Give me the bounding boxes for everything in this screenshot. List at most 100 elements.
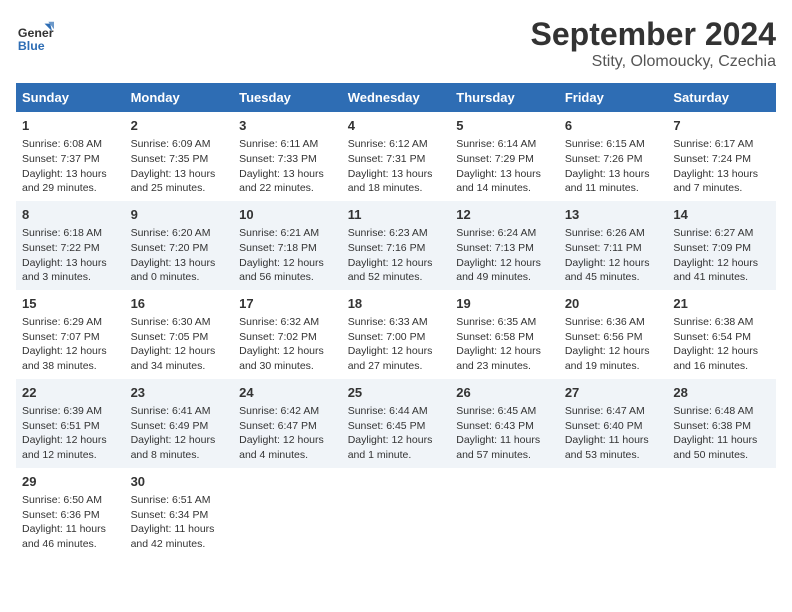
- calendar-cell: 19 Sunrise: 6:35 AM Sunset: 6:58 PM Dayli…: [450, 290, 559, 379]
- day-info: Sunrise: 6:33 AM Sunset: 7:00 PM Dayligh…: [348, 315, 445, 374]
- day-number: 12: [456, 206, 553, 224]
- day-number: 9: [131, 206, 228, 224]
- day-info: Sunrise: 6:27 AM Sunset: 7:09 PM Dayligh…: [673, 226, 770, 285]
- day-number: 10: [239, 206, 336, 224]
- day-number: 5: [456, 117, 553, 135]
- day-number: 13: [565, 206, 662, 224]
- calendar-cell: 2 Sunrise: 6:09 AM Sunset: 7:35 PM Daylig…: [125, 112, 234, 201]
- calendar-cell: 18 Sunrise: 6:33 AM Sunset: 7:00 PM Dayli…: [342, 290, 451, 379]
- calendar-cell: 23Sunrise: 6:41 AM Sunset: 6:49 PM Dayli…: [125, 379, 234, 468]
- calendar-cell: [450, 468, 559, 557]
- logo: General Blue: [16, 16, 58, 54]
- day-info: Sunrise: 6:15 AM Sunset: 7:26 PM Dayligh…: [565, 137, 662, 196]
- day-number: 24: [239, 384, 336, 402]
- calendar-cell: 22 Sunrise: 6:39 AM Sunset: 6:51 PM Dayli…: [16, 379, 125, 468]
- day-info: Sunrise: 6:24 AM Sunset: 7:13 PM Dayligh…: [456, 226, 553, 285]
- calendar-cell: 7 Sunrise: 6:17 AM Sunset: 7:24 PM Daylig…: [667, 112, 776, 201]
- day-number: 8: [22, 206, 119, 224]
- col-saturday: Saturday: [667, 83, 776, 112]
- day-number: 19: [456, 295, 553, 313]
- day-info: Sunrise: 6:42 AM Sunset: 6:47 PM Dayligh…: [239, 404, 336, 463]
- svg-text:General: General: [18, 26, 54, 40]
- day-number: 14: [673, 206, 770, 224]
- day-info: Sunrise: 6:12 AM Sunset: 7:31 PM Dayligh…: [348, 137, 445, 196]
- calendar-cell: [667, 468, 776, 557]
- day-info: Sunrise: 6:38 AM Sunset: 6:54 PM Dayligh…: [673, 315, 770, 374]
- day-info: Sunrise: 6:18 AM Sunset: 7:22 PM Dayligh…: [22, 226, 119, 285]
- day-info: Sunrise: 6:39 AM Sunset: 6:51 PM Dayligh…: [22, 404, 119, 463]
- day-info: Sunrise: 6:11 AM Sunset: 7:33 PM Dayligh…: [239, 137, 336, 196]
- day-number: 6: [565, 117, 662, 135]
- day-number: 22: [22, 384, 119, 402]
- day-info: Sunrise: 6:48 AM Sunset: 6:38 PM Dayligh…: [673, 404, 770, 463]
- day-info: Sunrise: 6:21 AM Sunset: 7:18 PM Dayligh…: [239, 226, 336, 285]
- calendar-cell: 27 Sunrise: 6:47 AM Sunset: 6:40 PM Dayli…: [559, 379, 668, 468]
- calendar-title: September 2024: [531, 16, 776, 53]
- day-number: 23: [131, 384, 228, 402]
- col-wednesday: Wednesday: [342, 83, 451, 112]
- page-header: General Blue September 2024 Stity, Olomo…: [16, 16, 776, 71]
- day-info: Sunrise: 6:35 AM Sunset: 6:58 PM Dayligh…: [456, 315, 553, 374]
- calendar-cell: 12 Sunrise: 6:24 AM Sunset: 7:13 PM Dayli…: [450, 201, 559, 290]
- day-number: 15: [22, 295, 119, 313]
- day-info: Sunrise: 6:09 AM Sunset: 7:35 PM Dayligh…: [131, 137, 228, 196]
- calendar-cell: 4 Sunrise: 6:12 AM Sunset: 7:31 PM Daylig…: [342, 112, 451, 201]
- day-info: Sunrise: 6:47 AM Sunset: 6:40 PM Dayligh…: [565, 404, 662, 463]
- calendar-cell: 30Sunrise: 6:51 AM Sunset: 6:34 PM Dayli…: [125, 468, 234, 557]
- day-info: Sunrise: 6:23 AM Sunset: 7:16 PM Dayligh…: [348, 226, 445, 285]
- calendar-cell: 8 Sunrise: 6:18 AM Sunset: 7:22 PM Daylig…: [16, 201, 125, 290]
- day-info: Sunrise: 6:51 AM Sunset: 6:34 PM Dayligh…: [131, 493, 228, 552]
- calendar-week-row: 8 Sunrise: 6:18 AM Sunset: 7:22 PM Daylig…: [16, 201, 776, 290]
- calendar-cell: 9 Sunrise: 6:20 AM Sunset: 7:20 PM Daylig…: [125, 201, 234, 290]
- calendar-cell: 5 Sunrise: 6:14 AM Sunset: 7:29 PM Daylig…: [450, 112, 559, 201]
- day-number: 25: [348, 384, 445, 402]
- day-number: 16: [131, 295, 228, 313]
- calendar-week-row: 15 Sunrise: 6:29 AM Sunset: 7:07 PM Dayli…: [16, 290, 776, 379]
- day-number: 11: [348, 206, 445, 224]
- calendar-cell: 15 Sunrise: 6:29 AM Sunset: 7:07 PM Dayli…: [16, 290, 125, 379]
- col-thursday: Thursday: [450, 83, 559, 112]
- calendar-cell: 1Sunrise: 6:08 AM Sunset: 7:37 PM Daylig…: [16, 112, 125, 201]
- col-tuesday: Tuesday: [233, 83, 342, 112]
- col-friday: Friday: [559, 83, 668, 112]
- calendar-header-row: Sunday Monday Tuesday Wednesday Thursday…: [16, 83, 776, 112]
- calendar-cell: 14 Sunrise: 6:27 AM Sunset: 7:09 PM Dayli…: [667, 201, 776, 290]
- calendar-cell: 13 Sunrise: 6:26 AM Sunset: 7:11 PM Dayli…: [559, 201, 668, 290]
- calendar-table: Sunday Monday Tuesday Wednesday Thursday…: [16, 83, 776, 557]
- day-info: Sunrise: 6:20 AM Sunset: 7:20 PM Dayligh…: [131, 226, 228, 285]
- day-number: 4: [348, 117, 445, 135]
- calendar-cell: 21 Sunrise: 6:38 AM Sunset: 6:54 PM Dayli…: [667, 290, 776, 379]
- day-number: 28: [673, 384, 770, 402]
- day-number: 3: [239, 117, 336, 135]
- col-monday: Monday: [125, 83, 234, 112]
- day-info: Sunrise: 6:50 AM Sunset: 6:36 PM Dayligh…: [22, 493, 119, 552]
- day-number: 27: [565, 384, 662, 402]
- day-info: Sunrise: 6:17 AM Sunset: 7:24 PM Dayligh…: [673, 137, 770, 196]
- calendar-cell: 20Sunrise: 6:36 AM Sunset: 6:56 PM Dayli…: [559, 290, 668, 379]
- day-number: 7: [673, 117, 770, 135]
- day-info: Sunrise: 6:26 AM Sunset: 7:11 PM Dayligh…: [565, 226, 662, 285]
- calendar-week-row: 1Sunrise: 6:08 AM Sunset: 7:37 PM Daylig…: [16, 112, 776, 201]
- calendar-cell: 26 Sunrise: 6:45 AM Sunset: 6:43 PM Dayli…: [450, 379, 559, 468]
- day-number: 26: [456, 384, 553, 402]
- day-info: Sunrise: 6:45 AM Sunset: 6:43 PM Dayligh…: [456, 404, 553, 463]
- calendar-cell: 28 Sunrise: 6:48 AM Sunset: 6:38 PM Dayli…: [667, 379, 776, 468]
- day-number: 18: [348, 295, 445, 313]
- day-number: 29: [22, 473, 119, 491]
- day-info: Sunrise: 6:29 AM Sunset: 7:07 PM Dayligh…: [22, 315, 119, 374]
- day-number: 1: [22, 117, 119, 135]
- calendar-cell: 16Sunrise: 6:30 AM Sunset: 7:05 PM Dayli…: [125, 290, 234, 379]
- day-info: Sunrise: 6:14 AM Sunset: 7:29 PM Dayligh…: [456, 137, 553, 196]
- calendar-cell: [233, 468, 342, 557]
- calendar-cell: 24 Sunrise: 6:42 AM Sunset: 6:47 PM Dayli…: [233, 379, 342, 468]
- day-number: 21: [673, 295, 770, 313]
- title-block: September 2024 Stity, Olomoucky, Czechia: [531, 16, 776, 71]
- calendar-cell: 10 Sunrise: 6:21 AM Sunset: 7:18 PM Dayli…: [233, 201, 342, 290]
- calendar-cell: 29 Sunrise: 6:50 AM Sunset: 6:36 PM Dayli…: [16, 468, 125, 557]
- calendar-week-row: 29 Sunrise: 6:50 AM Sunset: 6:36 PM Dayli…: [16, 468, 776, 557]
- day-number: 17: [239, 295, 336, 313]
- calendar-cell: 3 Sunrise: 6:11 AM Sunset: 7:33 PM Daylig…: [233, 112, 342, 201]
- day-number: 2: [131, 117, 228, 135]
- calendar-cell: 11 Sunrise: 6:23 AM Sunset: 7:16 PM Dayli…: [342, 201, 451, 290]
- calendar-week-row: 22 Sunrise: 6:39 AM Sunset: 6:51 PM Dayli…: [16, 379, 776, 468]
